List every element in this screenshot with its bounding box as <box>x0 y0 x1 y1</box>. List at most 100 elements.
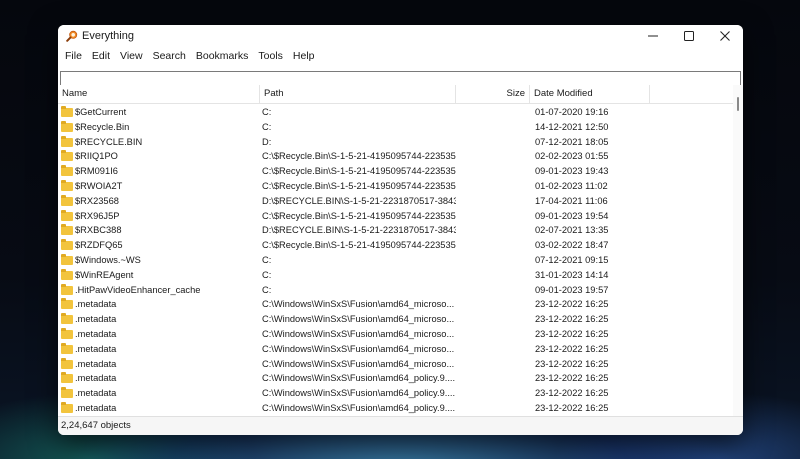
folder-icon <box>61 357 73 369</box>
row-date: 23-12-2022 16:25 <box>535 402 609 413</box>
column-header-path[interactable]: Path <box>260 85 456 103</box>
column-header-date[interactable]: Date Modified <box>530 85 650 103</box>
menu-view[interactable]: View <box>115 48 148 64</box>
table-row[interactable]: $RWOIA2T C:\$Recycle.Bin\S-1-5-21-4195095… <box>58 179 733 194</box>
column-date-label: Date Modified <box>534 88 593 99</box>
row-name: $RX23568 <box>75 195 119 206</box>
table-row[interactable]: $Windows.~WS C: 07-12-2021 09:15 <box>58 253 733 268</box>
vertical-scrollbar[interactable] <box>733 85 743 417</box>
row-date: 09-01-2023 19:54 <box>535 210 609 221</box>
column-size-label: Size <box>506 88 525 99</box>
row-path: C: <box>262 121 272 132</box>
column-header-size[interactable]: Size <box>456 85 530 103</box>
results-list: Name Path Size Date Modified $GetCurrent… <box>58 85 743 417</box>
menu-bookmarks[interactable]: Bookmarks <box>191 48 254 64</box>
menu-edit[interactable]: Edit <box>87 48 115 64</box>
magnifier-icon <box>66 30 78 42</box>
folder-icon <box>61 165 73 177</box>
row-path: C:\Windows\WinSxS\Fusion\amd64_microso..… <box>262 314 455 325</box>
row-path: C:\Windows\WinSxS\Fusion\amd64_microso..… <box>262 299 455 310</box>
menu-bar: File Edit View Search Bookmarks Tools He… <box>58 47 743 65</box>
table-row[interactable]: $RECYCLE.BIN D: 07-12-2021 18:05 <box>58 135 733 150</box>
row-name: .metadata <box>75 314 117 325</box>
folder-icon <box>61 327 73 339</box>
close-button[interactable] <box>707 25 743 47</box>
row-date: 23-12-2022 16:25 <box>535 314 609 325</box>
row-name: .HitPawVideoEnhancer_cache <box>75 284 201 295</box>
row-name: $RZDFQ65 <box>75 240 123 251</box>
scrollbar-thumb[interactable] <box>737 97 739 111</box>
table-row[interactable]: .metadata C:\Windows\WinSxS\Fusion\amd64_… <box>58 297 733 312</box>
title-bar[interactable]: Everything <box>58 25 743 47</box>
row-date: 17-04-2021 11:06 <box>535 195 608 206</box>
row-date: 01-07-2020 19:16 <box>535 107 609 117</box>
folder-icon <box>61 120 73 132</box>
table-row[interactable]: .metadata C:\Windows\WinSxS\Fusion\amd64_… <box>58 342 733 357</box>
table-row[interactable]: .metadata C:\Windows\WinSxS\Fusion\amd64_… <box>58 327 733 342</box>
table-row[interactable]: $RM091I6 C:\$Recycle.Bin\S-1-5-21-4195095… <box>58 164 733 179</box>
row-path: C: <box>262 269 272 280</box>
table-row[interactable]: $RX23568 D:\$RECYCLE.BIN\S-1-5-21-2231870… <box>58 194 733 209</box>
row-date: 23-12-2022 16:25 <box>535 328 609 339</box>
row-date: 03-02-2022 18:47 <box>535 240 609 251</box>
row-path: C:\$Recycle.Bin\S-1-5-21-4195095744-2235… <box>262 240 456 251</box>
row-name: $RWOIA2T <box>75 180 123 191</box>
table-row[interactable]: $GetCurrent C: 01-07-2020 19:16 <box>58 105 733 120</box>
table-row[interactable]: .HitPawVideoEnhancer_cache C: 09-01-2023 1… <box>58 283 733 298</box>
menu-help[interactable]: Help <box>288 48 320 64</box>
column-header-name[interactable]: Name <box>58 85 260 103</box>
maximize-icon <box>684 31 694 41</box>
column-header: Name Path Size Date Modified <box>58 85 733 104</box>
row-name: .metadata <box>75 358 117 369</box>
menu-search[interactable]: Search <box>148 48 191 64</box>
row-name: $RXBC388 <box>75 225 122 236</box>
row-date: 09-01-2023 19:57 <box>535 284 609 295</box>
folder-icon <box>61 224 73 236</box>
search-bar <box>58 65 743 87</box>
row-path: C:\$Recycle.Bin\S-1-5-21-4195095744-2235… <box>262 180 456 191</box>
folder-icon <box>61 106 73 117</box>
menu-tools[interactable]: Tools <box>253 48 288 64</box>
table-row[interactable]: .metadata C:\Windows\WinSxS\Fusion\amd64_… <box>58 401 733 416</box>
folder-icon <box>61 298 73 310</box>
table-row[interactable]: $RIIQ1PO C:\$Recycle.Bin\S-1-5-21-4195095… <box>58 149 733 164</box>
row-path: C: <box>262 107 272 117</box>
row-date: 23-12-2022 16:25 <box>535 388 609 399</box>
table-row[interactable]: $RZDFQ65 C:\$Recycle.Bin\S-1-5-21-4195095… <box>58 238 733 253</box>
table-row[interactable]: .metadata C:\Windows\WinSxS\Fusion\amd64_… <box>58 357 733 372</box>
status-bar: 2,24,647 objects <box>58 416 743 435</box>
folder-icon <box>61 387 73 399</box>
table-row[interactable]: .metadata C:\Windows\WinSxS\Fusion\amd64_… <box>58 386 733 401</box>
table-row[interactable]: $RX96J5P C:\$Recycle.Bin\S-1-5-21-4195095… <box>58 209 733 224</box>
row-name: .metadata <box>75 402 117 413</box>
menu-file[interactable]: File <box>60 48 87 64</box>
folder-icon <box>61 313 73 325</box>
row-path: C:\Windows\WinSxS\Fusion\amd64_microso..… <box>262 343 455 354</box>
row-path: C:\Windows\WinSxS\Fusion\amd64_policy.9.… <box>262 373 456 384</box>
row-name: .metadata <box>75 373 117 384</box>
row-date: 23-12-2022 16:25 <box>535 343 609 354</box>
folder-icon <box>61 253 73 265</box>
app-window: Everything File Edit View Search Bookmar… <box>58 25 743 435</box>
row-date: 23-12-2022 16:25 <box>535 299 609 310</box>
row-path: C:\Windows\WinSxS\Fusion\amd64_policy.9.… <box>262 402 456 413</box>
table-row[interactable]: $WinREAgent C: 31-01-2023 14:14 <box>58 268 733 283</box>
close-icon <box>720 31 730 41</box>
table-row[interactable]: .metadata C:\Windows\WinSxS\Fusion\amd64_… <box>58 371 733 386</box>
folder-icon <box>61 209 73 221</box>
row-path: D:\$RECYCLE.BIN\S-1-5-21-2231870517-3843… <box>262 225 456 236</box>
maximize-button[interactable] <box>671 25 707 47</box>
rows-container: $GetCurrent C: 01-07-2020 19:16 $Recycle.Bi… <box>58 105 733 416</box>
row-date: 01-02-2023 11:02 <box>535 180 608 191</box>
folder-icon <box>61 179 73 191</box>
table-row[interactable]: .metadata C:\Windows\WinSxS\Fusion\amd64_… <box>58 312 733 327</box>
row-name: $WinREAgent <box>75 269 134 280</box>
row-date: 02-02-2023 01:55 <box>535 151 609 162</box>
table-row[interactable]: $Recycle.Bin C: 14-12-2021 12:50 <box>58 120 733 135</box>
table-row[interactable]: $RXBC388 D:\$RECYCLE.BIN\S-1-5-21-2231870… <box>58 223 733 238</box>
folder-icon <box>61 401 73 413</box>
row-name: .metadata <box>75 328 117 339</box>
window-title: Everything <box>82 30 134 42</box>
minimize-button[interactable] <box>635 25 671 47</box>
row-path: C: <box>262 284 272 295</box>
